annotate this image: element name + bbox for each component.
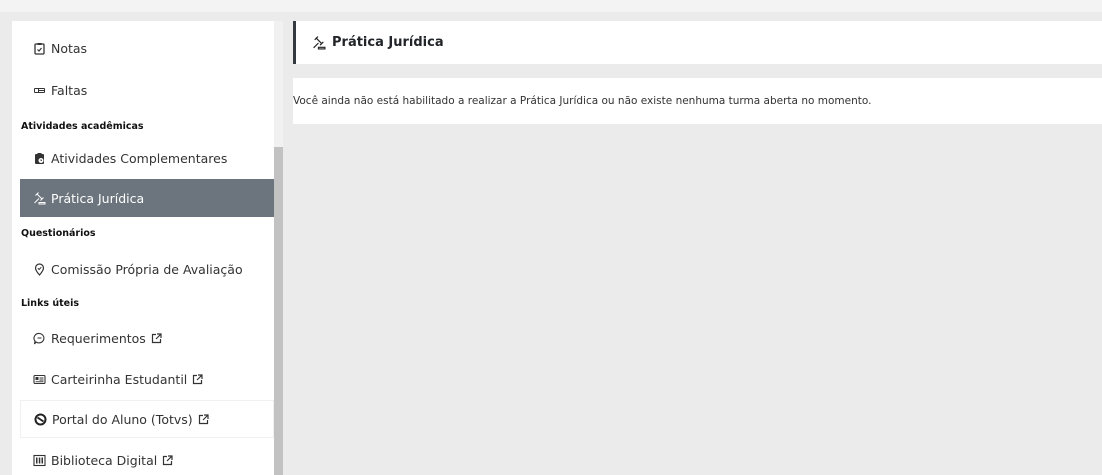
external-link-icon [198, 413, 209, 425]
sidebar-item-label: Prática Jurídica [51, 190, 145, 206]
gavel-icon [33, 191, 46, 205]
info-message-text: Você ainda não está habilitado a realiza… [293, 95, 872, 107]
sidebar-item-label: Atividades Complementares [51, 150, 228, 166]
chat-bubble-icon [33, 332, 46, 345]
sidebar-item-biblioteca[interactable]: Biblioteca Digital [20, 441, 274, 475]
external-link-icon [151, 332, 162, 344]
building-columns-icon [33, 454, 46, 467]
section-heading-links: Links úteis [21, 298, 80, 309]
sidebar-scrollbar-thumb[interactable] [274, 147, 283, 475]
clipboard-clock-icon [33, 152, 46, 165]
id-card-icon [33, 373, 46, 386]
sidebar-item-atividades-complementares[interactable]: Atividades Complementares [20, 139, 274, 177]
external-link-icon [162, 454, 173, 466]
sidebar-item-cpa[interactable]: Comissão Própria de Avaliação [20, 250, 274, 288]
sidebar-item-carteirinha[interactable]: Carteirinha Estudantil [20, 360, 274, 398]
external-link-icon [192, 373, 203, 385]
page-title: Prática Jurídica [332, 35, 444, 50]
sidebar-item-label: Notas [51, 40, 88, 56]
sidebar-item-label: Portal do Aluno (Totvs) [52, 411, 193, 427]
section-heading-atividades: Atividades acadêmicas [21, 121, 144, 132]
clipboard-check-icon [33, 42, 46, 55]
sidebar-item-label: Requerimentos [51, 330, 146, 346]
sidebar-item-faltas[interactable]: Faltas [20, 71, 274, 109]
sidebar-item-label: Biblioteca Digital [51, 452, 158, 468]
sidebar-item-label: Faltas [51, 82, 88, 98]
sidebar-item-portal-aluno[interactable]: Portal do Aluno (Totvs) [20, 400, 274, 438]
section-heading-questionarios: Questionários [21, 228, 96, 239]
sidebar-item-requerimentos[interactable]: Requerimentos [20, 319, 274, 357]
page-header: Prática Jurídica [293, 21, 1102, 64]
sidebar-item-label: Carteirinha Estudantil [51, 371, 188, 387]
info-message-card: Você ainda não está habilitado a realiza… [293, 78, 1102, 124]
top-strip [0, 0, 1102, 12]
circle-slash-icon [34, 413, 47, 426]
location-pin-icon [33, 262, 46, 276]
sidebar-item-label: Comissão Própria de Avaliação [51, 261, 243, 277]
sidebar: Notas Faltas Atividades acadêmicas Ativi… [12, 21, 274, 475]
id-list-icon [33, 84, 46, 97]
gavel-icon [312, 35, 326, 50]
sidebar-item-notas[interactable]: Notas [20, 29, 274, 67]
sidebar-item-pratica-juridica[interactable]: Prática Jurídica [20, 179, 274, 217]
